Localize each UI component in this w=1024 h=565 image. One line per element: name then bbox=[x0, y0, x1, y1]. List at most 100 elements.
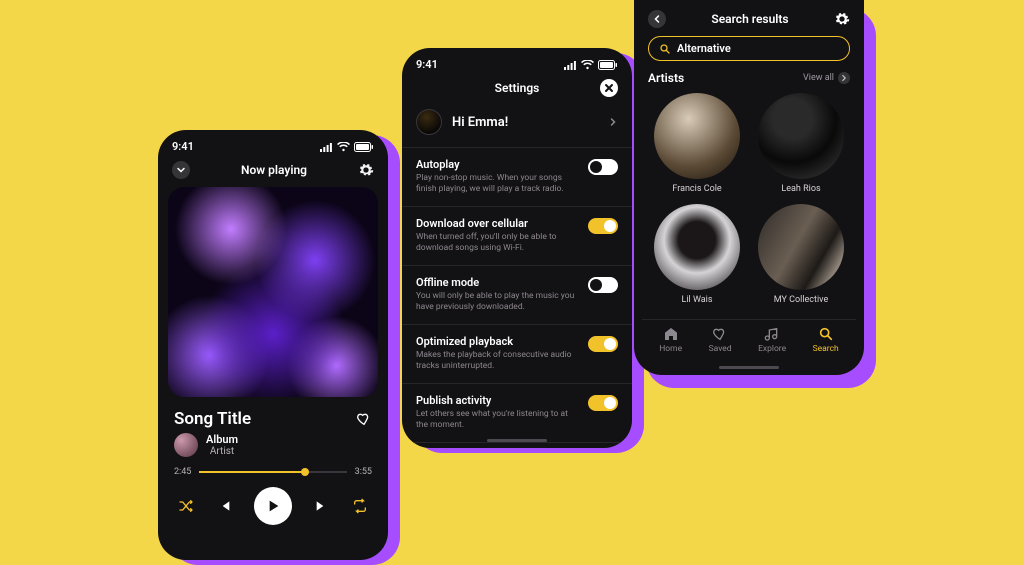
setting-desc: Play non-stop music. When your songs fin… bbox=[416, 173, 578, 196]
collapse-button[interactable] bbox=[172, 161, 190, 179]
setting-desc: When turned off, you'll only be able to … bbox=[416, 232, 578, 255]
artist-card[interactable]: Lil Wais bbox=[652, 204, 742, 305]
artist-image bbox=[654, 204, 740, 290]
view-all-label: View all bbox=[803, 73, 834, 83]
profile-row[interactable]: Hi Emma! bbox=[402, 105, 632, 148]
chevron-right-icon bbox=[840, 74, 848, 82]
cellular-icon bbox=[319, 142, 333, 152]
artist-image bbox=[654, 93, 740, 179]
tab-label: Search bbox=[813, 344, 839, 354]
search-icon bbox=[659, 43, 671, 55]
now-playing-header: Now playing bbox=[158, 157, 388, 187]
cellular-icon bbox=[563, 60, 577, 70]
search-icon bbox=[818, 326, 834, 342]
section-title: Artists bbox=[648, 71, 684, 85]
setting-label: Download over cellular bbox=[416, 217, 578, 230]
gear-icon bbox=[834, 11, 850, 27]
remaining-time: 3:55 bbox=[355, 467, 372, 477]
album-row[interactable]: Album Artist bbox=[174, 433, 251, 457]
settings-button[interactable] bbox=[834, 11, 850, 27]
toggle[interactable] bbox=[588, 218, 618, 234]
now-playing-title: Now playing bbox=[241, 163, 307, 177]
toggle[interactable] bbox=[588, 336, 618, 352]
music-icon bbox=[764, 326, 780, 342]
battery-icon bbox=[354, 142, 374, 152]
toggle[interactable] bbox=[588, 277, 618, 293]
album-name: Album bbox=[206, 433, 238, 446]
artist-card[interactable]: Francis Cole bbox=[652, 93, 742, 194]
song-meta: Song Title Album Artist bbox=[158, 397, 388, 461]
heart-icon bbox=[356, 411, 372, 427]
status-icons bbox=[563, 60, 618, 70]
playback-controls bbox=[158, 479, 388, 525]
search-title: Search results bbox=[711, 12, 788, 26]
setting-label: Optimized playback bbox=[416, 335, 578, 348]
artist-name: Lil Wais bbox=[681, 295, 712, 305]
close-button[interactable] bbox=[600, 79, 618, 97]
view-all-button[interactable]: View all bbox=[803, 72, 850, 84]
settings-button[interactable] bbox=[358, 162, 374, 178]
search-query: Alternative bbox=[677, 42, 731, 55]
tab-home[interactable]: Home bbox=[659, 326, 682, 354]
artists-section-header: Artists View all bbox=[634, 71, 864, 91]
home-icon bbox=[663, 326, 679, 342]
status-time: 9:41 bbox=[416, 58, 438, 71]
play-button[interactable] bbox=[254, 487, 292, 525]
status-icons bbox=[319, 142, 374, 152]
back-button[interactable] bbox=[648, 10, 666, 28]
search-input[interactable]: Alternative bbox=[648, 36, 850, 61]
setting-label: Offline mode bbox=[416, 276, 578, 289]
settings-screen: 9:41 Settings Hi Emma! Autoplay Play non-… bbox=[402, 48, 632, 448]
search-results-screen: Search results Alternative Artists View … bbox=[634, 0, 864, 375]
status-bar: 9:41 bbox=[402, 48, 632, 75]
song-title: Song Title bbox=[174, 409, 251, 429]
tab-search[interactable]: Search bbox=[813, 326, 839, 354]
chevron-down-icon bbox=[176, 165, 186, 175]
setting-label: Autoplay bbox=[416, 158, 578, 171]
chevron-left-icon bbox=[652, 14, 662, 24]
setting-row: Autoplay Play non-stop music. When your s… bbox=[402, 148, 632, 207]
wifi-icon bbox=[581, 60, 594, 70]
artist-name: Leah Rios bbox=[781, 184, 820, 194]
album-thumbnail bbox=[174, 433, 198, 457]
settings-header: Settings bbox=[402, 75, 632, 105]
toggle[interactable] bbox=[588, 159, 618, 175]
battery-icon bbox=[598, 60, 618, 70]
setting-desc: Makes the playback of consecutive audio … bbox=[416, 350, 578, 373]
setting-desc: Let others see what you're listening to … bbox=[416, 409, 578, 432]
greeting: Hi Emma! bbox=[452, 115, 598, 130]
search-header: Search results bbox=[634, 0, 864, 36]
setting-row: Optimized playback Makes the playback of … bbox=[402, 325, 632, 384]
artist-image bbox=[758, 93, 844, 179]
status-time: 9:41 bbox=[172, 140, 194, 153]
tab-label: Saved bbox=[709, 344, 732, 354]
tab-label: Explore bbox=[758, 344, 786, 354]
artist-name: MY Collective bbox=[774, 295, 828, 305]
tab-label: Home bbox=[659, 344, 682, 354]
avatar bbox=[416, 109, 442, 135]
elapsed-time: 2:45 bbox=[174, 467, 191, 477]
artist-card[interactable]: Leah Rios bbox=[756, 93, 846, 194]
close-icon bbox=[604, 83, 614, 93]
artist-grid: Francis Cole Leah Rios Lil Wais MY Colle… bbox=[634, 91, 864, 311]
settings-list: Autoplay Play non-stop music. When your s… bbox=[402, 148, 632, 443]
setting-desc: You will only be able to play the music … bbox=[416, 291, 578, 314]
artist-image bbox=[758, 204, 844, 290]
toggle[interactable] bbox=[588, 395, 618, 411]
setting-row: Download over cellular When turned off, y… bbox=[402, 207, 632, 266]
tab-explore[interactable]: Explore bbox=[758, 326, 786, 354]
favorite-button[interactable] bbox=[356, 411, 372, 427]
artist-card[interactable]: MY Collective bbox=[756, 204, 846, 305]
seek-bar[interactable] bbox=[199, 471, 346, 473]
setting-row: Offline mode You will only be able to pla… bbox=[402, 266, 632, 325]
settings-title: Settings bbox=[495, 81, 540, 95]
gear-icon bbox=[358, 162, 374, 178]
heart-icon bbox=[712, 326, 728, 342]
artist-name: Francis Cole bbox=[672, 184, 721, 194]
now-playing-screen: 9:41 Now playing Song Title Album Artist bbox=[158, 130, 388, 560]
tab-saved[interactable]: Saved bbox=[709, 326, 732, 354]
artist-name: Artist bbox=[206, 446, 238, 457]
wifi-icon bbox=[337, 142, 350, 152]
album-art bbox=[168, 187, 378, 397]
tab-bar: Home Saved Explore Search bbox=[642, 319, 856, 362]
